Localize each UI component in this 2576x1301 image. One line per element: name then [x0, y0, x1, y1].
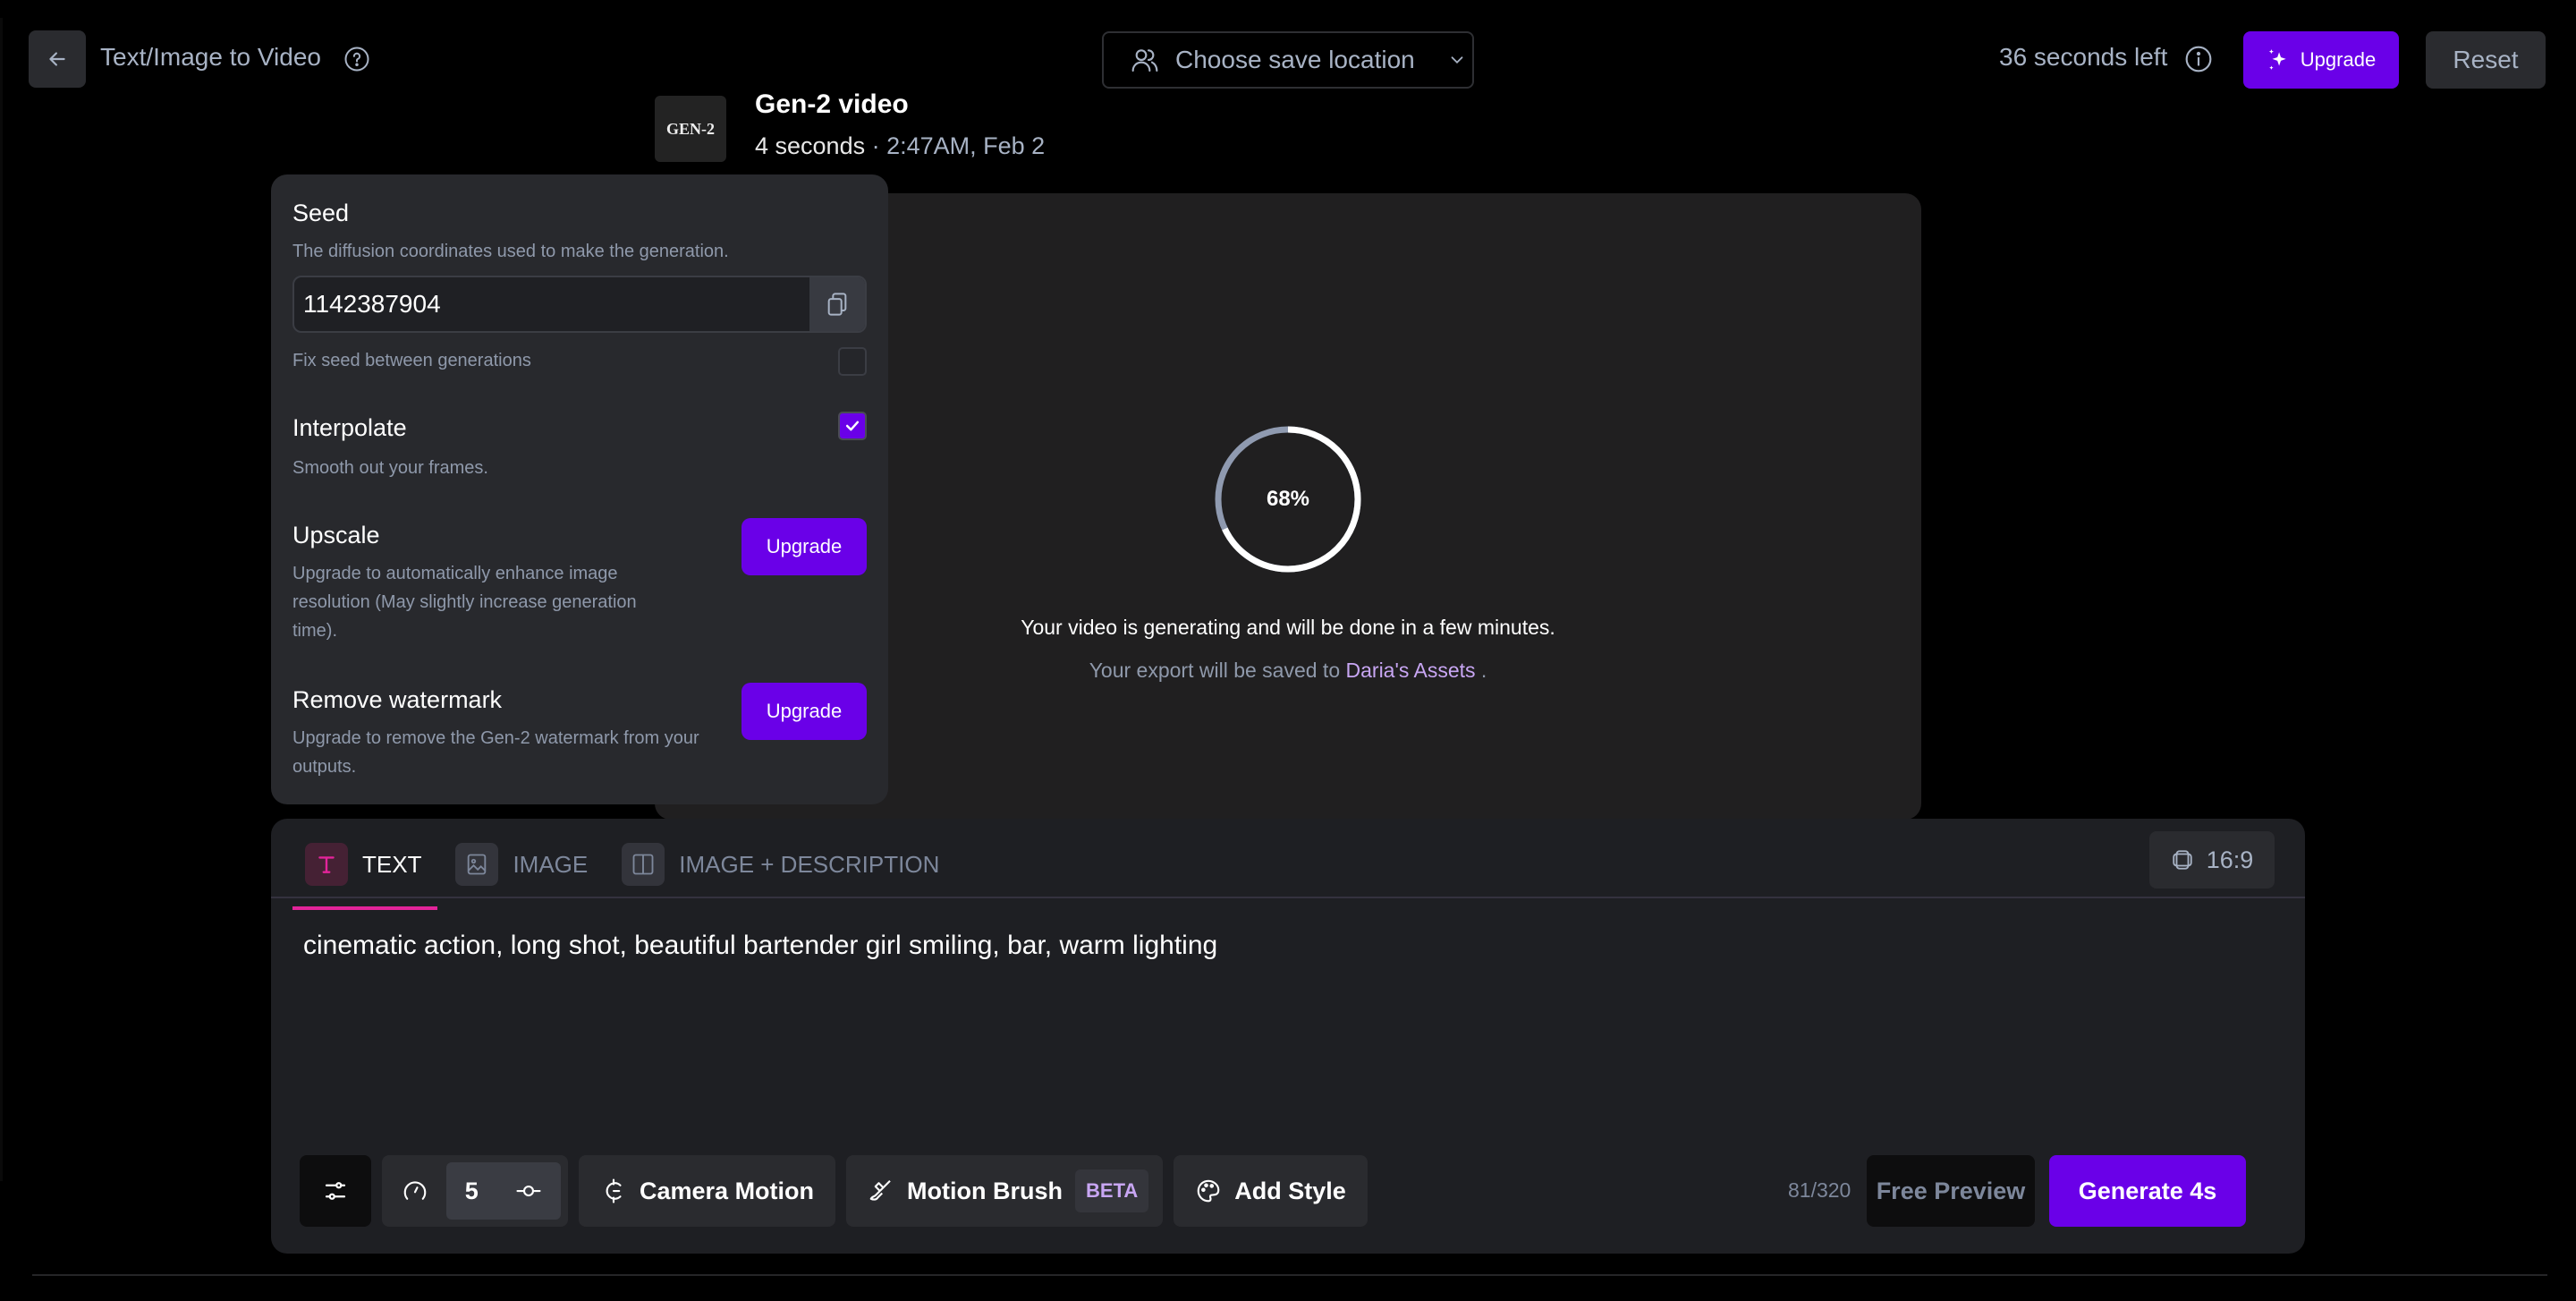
- palette-icon: [1198, 1179, 1220, 1203]
- camera-motion-icon: [606, 1178, 622, 1203]
- text-icon: [305, 843, 348, 886]
- tab-divider: [271, 897, 2305, 898]
- brush-icon: [869, 1179, 891, 1201]
- users-icon: [1131, 49, 1158, 72]
- motion-value-field[interactable]: 5: [446, 1162, 561, 1220]
- split-layout-icon: [622, 843, 665, 886]
- page-title: Text/Image to Video: [100, 43, 321, 71]
- tab-image-label: IMAGE: [513, 850, 589, 878]
- settings-popover: Seed The diffusion coordinates used to m…: [271, 174, 888, 804]
- save-location-label: Choose save location: [1175, 46, 1415, 73]
- meta-separator: ·: [865, 132, 887, 159]
- speedometer-icon: [403, 1181, 427, 1200]
- sparkle-icon: [2268, 49, 2286, 70]
- upgrade-button[interactable]: Upgrade: [2243, 31, 2399, 89]
- general-motion-control[interactable]: 5: [382, 1155, 568, 1227]
- motion-value: 5: [464, 1177, 479, 1204]
- tab-image[interactable]: IMAGE: [443, 837, 604, 892]
- seed-title: Seed: [292, 200, 350, 226]
- progress-percent: 68%: [1266, 487, 1310, 511]
- image-icon: [455, 843, 499, 886]
- motion-brush-label: Motion Brush: [907, 1177, 1063, 1204]
- tab-text[interactable]: TEXT: [292, 837, 438, 910]
- tab-image-description[interactable]: IMAGE + DESCRIPTION: [609, 837, 955, 892]
- help-icon[interactable]: [343, 46, 370, 72]
- generation-toolbar: 5 Camera Motion Motion Brush BETA Add St…: [300, 1155, 1368, 1227]
- motion-brush-button[interactable]: Motion Brush BETA: [846, 1155, 1164, 1227]
- export-prefix: Your export will be saved to: [1089, 659, 1346, 682]
- chevron-down-icon: [1451, 56, 1463, 64]
- free-preview-button[interactable]: Free Preview: [1867, 1155, 2035, 1227]
- interpolate-title: Interpolate: [292, 414, 407, 441]
- seed-description: The diffusion coordinates used to make t…: [292, 242, 729, 261]
- info-icon[interactable]: [2184, 45, 2213, 73]
- tab-image-description-label: IMAGE + DESCRIPTION: [679, 850, 940, 878]
- export-suffix: .: [1475, 659, 1487, 682]
- upscale-title: Upscale: [292, 522, 380, 548]
- generation-duration: 4 seconds: [755, 132, 866, 159]
- camera-motion-label: Camera Motion: [640, 1177, 815, 1204]
- generation-title: Gen-2 video: [755, 89, 909, 119]
- add-style-label: Add Style: [1234, 1177, 1346, 1204]
- checkmark-icon: [845, 421, 860, 431]
- prompt-panel: TEXT IMAGE IMAGE + DESCRIPTION 16:9 cine…: [271, 819, 2305, 1254]
- generation-meta: 4 seconds · 2:47AM, Feb 2: [755, 132, 1045, 160]
- copy-seed-button[interactable]: [809, 277, 865, 331]
- slider-handle-icon: [516, 1185, 541, 1197]
- interpolate-description: Smooth out your frames.: [292, 458, 488, 478]
- settings-toggle-button[interactable]: [300, 1155, 371, 1227]
- aspect-ratio-button[interactable]: 16:9: [2149, 831, 2275, 889]
- tab-text-label: TEXT: [362, 850, 422, 878]
- generation-thumbnail[interactable]: GEN-2: [655, 96, 726, 162]
- add-style-button[interactable]: Add Style: [1174, 1155, 1368, 1227]
- reset-button[interactable]: Reset: [2426, 31, 2546, 89]
- camera-motion-button[interactable]: Camera Motion: [579, 1155, 836, 1227]
- arrow-left-icon: [49, 52, 65, 66]
- watermark-title: Remove watermark: [292, 686, 503, 713]
- generate-button[interactable]: Generate 4s: [2049, 1155, 2246, 1227]
- seed-field[interactable]: [292, 276, 867, 333]
- save-location-dropdown[interactable]: Choose save location: [1102, 31, 1474, 89]
- left-edge-rule: [0, 18, 3, 1181]
- upscale-description: Upgrade to automatically enhance image r…: [292, 564, 637, 641]
- copy-icon: [827, 293, 847, 316]
- upgrade-label: Upgrade: [2300, 48, 2377, 71]
- prompt-input[interactable]: cinematic action, long shot, beautiful b…: [303, 928, 2271, 1053]
- assets-link[interactable]: Daria's Assets: [1346, 659, 1476, 682]
- sliders-icon: [325, 1182, 346, 1200]
- character-count: 81/320: [1788, 1178, 1852, 1202]
- fix-seed-checkbox[interactable]: [838, 347, 867, 376]
- bottom-divider: [32, 1274, 2547, 1276]
- time-left: 36 seconds left: [1999, 43, 2168, 71]
- aspect-ratio-label: 16:9: [2206, 846, 2254, 873]
- back-button[interactable]: [29, 30, 86, 88]
- upscale-upgrade-button[interactable]: Upgrade: [741, 518, 867, 575]
- aspect-ratio-icon: [2173, 850, 2192, 870]
- input-mode-tabs: TEXT IMAGE IMAGE + DESCRIPTION: [292, 837, 961, 910]
- seed-input[interactable]: [294, 277, 813, 331]
- fix-seed-label: Fix seed between generations: [292, 351, 531, 370]
- interpolate-checkbox[interactable]: [838, 412, 867, 440]
- watermark-description: Upgrade to remove the Gen-2 watermark fr…: [292, 728, 699, 777]
- watermark-upgrade-button[interactable]: Upgrade: [741, 683, 867, 740]
- beta-badge: BETA: [1075, 1169, 1149, 1212]
- generation-timestamp: 2:47AM, Feb 2: [886, 132, 1046, 159]
